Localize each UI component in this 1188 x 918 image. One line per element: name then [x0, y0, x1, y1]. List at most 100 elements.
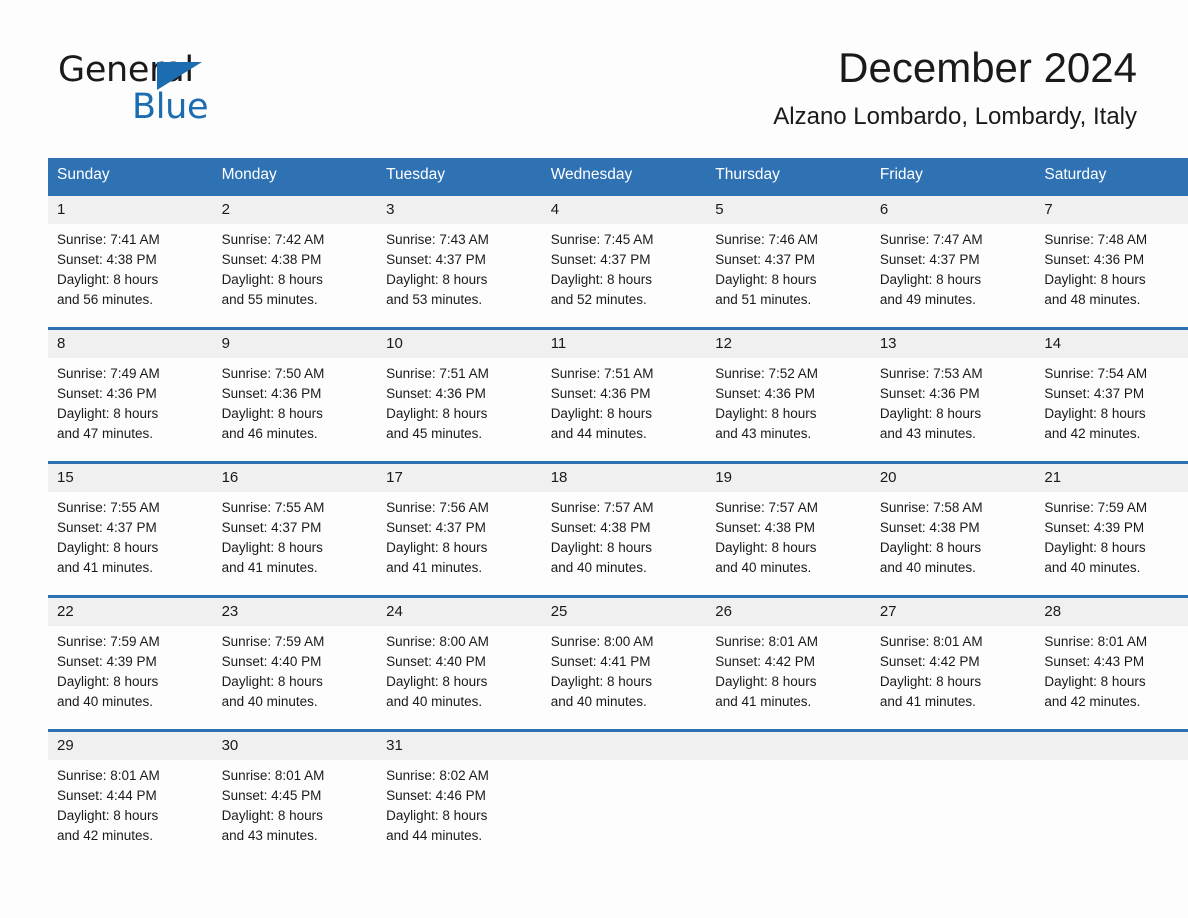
sunrise-text: Sunrise: 7:55 AM — [221, 500, 325, 515]
sunset-text: Sunset: 4:36 PM — [386, 386, 486, 401]
calendar-day-cell[interactable]: 28 Sunrise: 8:01 AM Sunset: 4:43 PM Dayligh… — [1035, 595, 1188, 731]
calendar-day-cell[interactable]: 14 Sunrise: 7:54 AM Sunset: 4:37 PM Dayligh… — [1035, 327, 1188, 463]
sunset-text: Sunset: 4:37 PM — [1044, 386, 1145, 401]
calendar-day-cell[interactable]: 20 Sunrise: 7:58 AM Sunset: 4:38 PM Dayligh… — [870, 461, 1036, 597]
calendar-day-cell[interactable]: 26 Sunrise: 8:01 AM Sunset: 4:42 PM Dayligh… — [706, 595, 871, 731]
daylight-text-line2: and 47 minutes. — [57, 426, 154, 441]
calendar-day-cell[interactable]: 22 Sunrise: 7:59 AM Sunset: 4:39 PM Dayligh… — [48, 595, 213, 731]
day-number: 3 — [377, 196, 542, 224]
day-details: Sunrise: 7:51 AM Sunset: 4:36 PM Daylight:… — [377, 358, 542, 444]
daylight-text-line2: and 41 minutes. — [879, 694, 976, 709]
calendar-header-row: Sunday Monday Tuesday Wednesday Thursday Frid… — [48, 158, 1188, 195]
calendar-day-cell[interactable]: 16 Sunrise: 7:55 AM Sunset: 4:37 PM Dayligh… — [212, 461, 378, 597]
daylight-text-line2: and 45 minutes. — [386, 426, 483, 441]
daylight-text-line2: and 41 minutes. — [221, 560, 318, 575]
sunrise-text: Sunrise: 8:01 AM — [1044, 634, 1148, 649]
sunrise-text: Sunrise: 7:51 AM — [386, 366, 489, 381]
daylight-text-line2: and 42 minutes. — [1044, 694, 1141, 709]
day-details: Sunrise: 7:54 AM Sunset: 4:37 PM Daylight:… — [1035, 358, 1188, 444]
day-details: Sunrise: 8:00 AM Sunset: 4:40 PM Daylight:… — [377, 626, 542, 712]
calendar-day-cell[interactable]: 31 Sunrise: 8:02 AM Sunset: 4:46 PM Dayligh… — [377, 729, 542, 863]
sunset-text: Sunset: 4:40 PM — [221, 654, 322, 669]
day-number: 9 — [212, 330, 378, 358]
calendar-day-cell[interactable]: 30 Sunrise: 8:01 AM Sunset: 4:45 PM Dayligh… — [212, 729, 378, 863]
calendar-day-cell[interactable]: 17 Sunrise: 7:56 AM Sunset: 4:37 PM Dayligh… — [377, 461, 542, 597]
day-details: Sunrise: 7:45 AM Sunset: 4:37 PM Daylight:… — [542, 224, 707, 310]
sunrise-text: Sunrise: 7:43 AM — [386, 232, 489, 247]
daylight-text-line1: Daylight: 8 hours — [57, 272, 159, 287]
day-number: 22 — [48, 598, 213, 626]
daylight-text-line2: and 43 minutes. — [221, 828, 318, 843]
calendar-week-row: 29 Sunrise: 8:01 AM Sunset: 4:44 PM Dayligh… — [48, 729, 1188, 863]
day-details: Sunrise: 8:01 AM Sunset: 4:43 PM Daylight:… — [1035, 626, 1188, 712]
day-details: Sunrise: 7:56 AM Sunset: 4:37 PM Daylight:… — [377, 492, 542, 578]
sunrise-text: Sunrise: 7:52 AM — [715, 366, 819, 381]
calendar-day-cell[interactable]: 21 Sunrise: 7:59 AM Sunset: 4:39 PM Dayligh… — [1035, 461, 1188, 597]
calendar-day-cell[interactable]: 25 Sunrise: 8:00 AM Sunset: 4:41 PM Dayligh… — [541, 595, 707, 731]
generalblue-logo[interactable]: General Blue — [58, 50, 288, 136]
day-number: 12 — [706, 330, 871, 358]
calendar-day-cell[interactable]: 11 Sunrise: 7:51 AM Sunset: 4:36 PM Dayligh… — [541, 327, 707, 463]
sunset-text: Sunset: 4:45 PM — [221, 788, 322, 803]
daylight-text-line1: Daylight: 8 hours — [1044, 674, 1146, 689]
daylight-text-line1: Daylight: 8 hours — [221, 674, 323, 689]
calendar-day-cell[interactable]: 9 Sunrise: 7:50 AM Sunset: 4:36 PM Daylight… — [212, 327, 378, 463]
daylight-text-line1: Daylight: 8 hours — [715, 540, 817, 555]
day-number: 15 — [48, 464, 213, 492]
calendar-day-cell[interactable]: 23 Sunrise: 7:59 AM Sunset: 4:40 PM Dayligh… — [212, 595, 378, 731]
daylight-text-line1: Daylight: 8 hours — [57, 808, 159, 823]
calendar-day-cell[interactable]: 1 Sunrise: 7:41 AM Sunset: 4:38 PM Daylight… — [48, 193, 213, 329]
calendar-day-cell[interactable]: 8 Sunrise: 7:49 AM Sunset: 4:36 PM Daylight… — [48, 327, 213, 463]
day-number: 4 — [541, 196, 707, 224]
daylight-text-line2: and 51 minutes. — [715, 292, 812, 307]
day-details: Sunrise: 7:58 AM Sunset: 4:38 PM Daylight:… — [871, 492, 1036, 578]
sunset-text: Sunset: 4:42 PM — [715, 654, 816, 669]
day-details: Sunrise: 7:57 AM Sunset: 4:38 PM Daylight:… — [706, 492, 871, 578]
calendar-cell-empty — [541, 729, 707, 863]
daylight-text-line1: Daylight: 8 hours — [550, 272, 652, 287]
calendar-day-cell[interactable]: 5 Sunrise: 7:46 AM Sunset: 4:37 PM Daylight… — [706, 193, 871, 329]
daylight-text-line1: Daylight: 8 hours — [1044, 272, 1146, 287]
sunset-text: Sunset: 4:37 PM — [221, 520, 322, 535]
day-details: Sunrise: 7:47 AM Sunset: 4:37 PM Daylight:… — [871, 224, 1036, 310]
calendar-day-cell[interactable]: 3 Sunrise: 7:43 AM Sunset: 4:37 PM Daylight… — [377, 193, 542, 329]
calendar-day-cell[interactable]: 13 Sunrise: 7:53 AM Sunset: 4:36 PM Dayligh… — [870, 327, 1036, 463]
calendar-day-cell[interactable]: 15 Sunrise: 7:55 AM Sunset: 4:37 PM Dayligh… — [48, 461, 213, 597]
calendar-day-cell[interactable]: 6 Sunrise: 7:47 AM Sunset: 4:37 PM Daylight… — [870, 193, 1036, 329]
day-number: 17 — [377, 464, 542, 492]
day-number: 5 — [706, 196, 871, 224]
title-block: December 2024 Alzano Lombardo, Lombardy,… — [773, 42, 1137, 134]
day-number: 20 — [870, 464, 1036, 492]
sunset-text: Sunset: 4:41 PM — [550, 654, 651, 669]
calendar-day-cell[interactable]: 2 Sunrise: 7:42 AM Sunset: 4:38 PM Daylight… — [212, 193, 378, 329]
sunset-text: Sunset: 4:38 PM — [879, 520, 980, 535]
calendar-day-cell[interactable]: 12 Sunrise: 7:52 AM Sunset: 4:36 PM Dayligh… — [706, 327, 871, 463]
sunrise-text: Sunrise: 7:57 AM — [715, 500, 819, 515]
day-number: 6 — [870, 196, 1036, 224]
day-number — [870, 732, 1036, 760]
day-number: 8 — [48, 330, 213, 358]
calendar-day-cell[interactable]: 4 Sunrise: 7:45 AM Sunset: 4:37 PM Daylight… — [541, 193, 707, 329]
sunrise-text: Sunrise: 7:59 AM — [1044, 500, 1148, 515]
daylight-text-line1: Daylight: 8 hours — [715, 406, 817, 421]
calendar-day-cell[interactable]: 18 Sunrise: 7:57 AM Sunset: 4:38 PM Dayligh… — [541, 461, 707, 597]
weekday-header-friday: Friday — [870, 158, 1036, 195]
daylight-text-line2: and 40 minutes. — [386, 694, 483, 709]
sunrise-text: Sunrise: 7:42 AM — [221, 232, 325, 247]
daylight-text-line1: Daylight: 8 hours — [1044, 540, 1146, 555]
calendar-day-cell[interactable]: 27 Sunrise: 8:01 AM Sunset: 4:42 PM Dayligh… — [870, 595, 1036, 731]
calendar-day-cell[interactable]: 7 Sunrise: 7:48 AM Sunset: 4:36 PM Daylight… — [1035, 193, 1188, 329]
sunset-text: Sunset: 4:36 PM — [715, 386, 816, 401]
daylight-text-line1: Daylight: 8 hours — [386, 272, 488, 287]
calendar-day-cell[interactable]: 24 Sunrise: 8:00 AM Sunset: 4:40 PM Dayligh… — [377, 595, 542, 731]
calendar-day-cell[interactable]: 19 Sunrise: 7:57 AM Sunset: 4:38 PM Dayligh… — [706, 461, 871, 597]
calendar-day-cell[interactable]: 29 Sunrise: 8:01 AM Sunset: 4:44 PM Dayligh… — [48, 729, 213, 863]
sunrise-text: Sunrise: 7:50 AM — [221, 366, 325, 381]
calendar-day-cell[interactable]: 10 Sunrise: 7:51 AM Sunset: 4:36 PM Dayligh… — [377, 327, 542, 463]
daylight-text-line1: Daylight: 8 hours — [879, 272, 982, 287]
day-details: Sunrise: 7:59 AM Sunset: 4:40 PM Daylight:… — [213, 626, 378, 712]
weekday-header-wednesday: Wednesday — [541, 158, 707, 195]
page-header: General Blue December 2024 Alzano Lombar… — [48, 42, 1137, 152]
daylight-text-line2: and 40 minutes. — [221, 694, 318, 709]
day-details: Sunrise: 8:01 AM Sunset: 4:42 PM Daylight:… — [706, 626, 871, 712]
